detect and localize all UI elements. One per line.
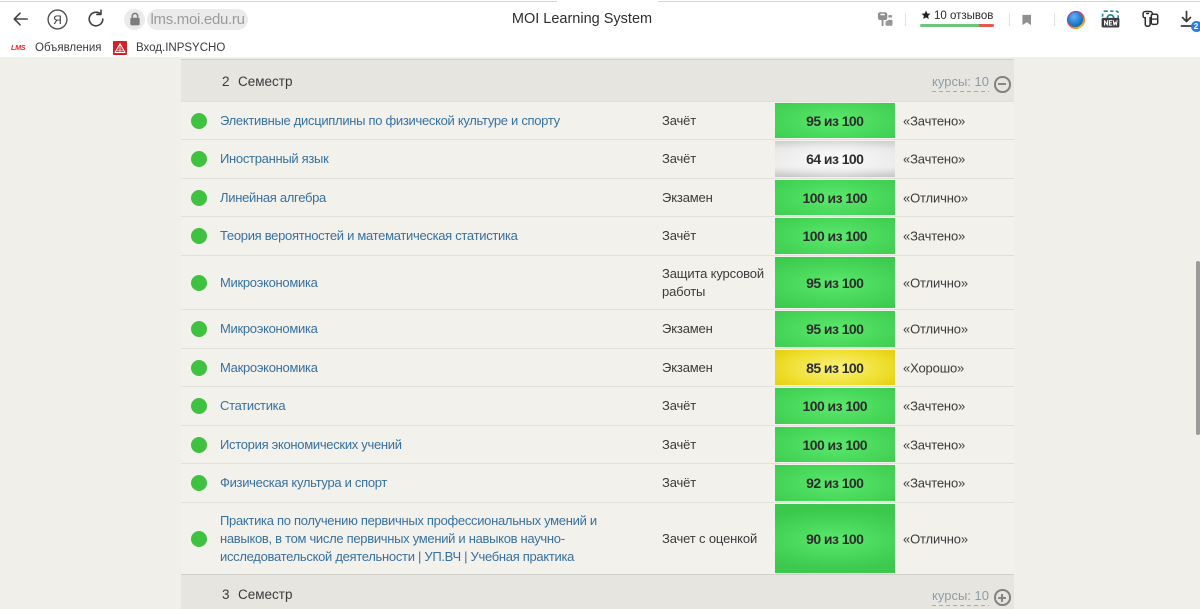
svg-text:Я: Я [53,12,62,26]
